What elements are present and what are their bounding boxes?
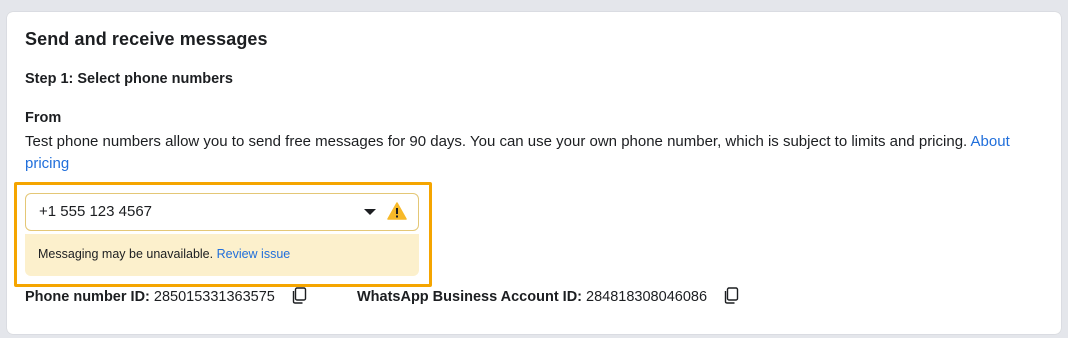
caret-down-icon xyxy=(364,209,376,215)
step-heading: Step 1: Select phone numbers xyxy=(25,71,233,87)
copy-icon[interactable] xyxy=(291,287,307,304)
review-issue-link[interactable]: Review issue xyxy=(217,247,291,261)
from-label: From xyxy=(25,110,62,126)
waba-id-value: 284818308046086 xyxy=(586,289,708,305)
card-title: Send and receive messages xyxy=(25,29,268,49)
send-receive-messages-card: Send and receive messages Step 1: Select… xyxy=(7,12,1061,334)
copy-icon[interactable] xyxy=(723,287,739,304)
notice-text: Messaging may be unavailable. xyxy=(38,247,214,261)
notice-text-wrap: Messaging may be unavailable. Review iss… xyxy=(38,247,290,261)
from-description: Test phone numbers allow you to send fre… xyxy=(25,131,1045,175)
phone-id-value: 285015331363575 xyxy=(153,289,275,305)
phone-id-label: Phone number ID: xyxy=(25,289,150,305)
account-ids-row: Phone number ID: 285015331363575 WhatsAp… xyxy=(25,287,739,305)
messaging-notice: Messaging may be unavailable. Review iss… xyxy=(25,234,419,276)
description-text: Test phone numbers allow you to send fre… xyxy=(25,133,968,150)
warning-triangle-icon xyxy=(387,202,407,220)
waba-id-label: WhatsApp Business Account ID: xyxy=(356,289,583,305)
selected-phone-number: +1 555 123 4567 xyxy=(39,203,153,220)
phone-number-select[interactable]: +1 555 123 4567 xyxy=(25,193,419,231)
